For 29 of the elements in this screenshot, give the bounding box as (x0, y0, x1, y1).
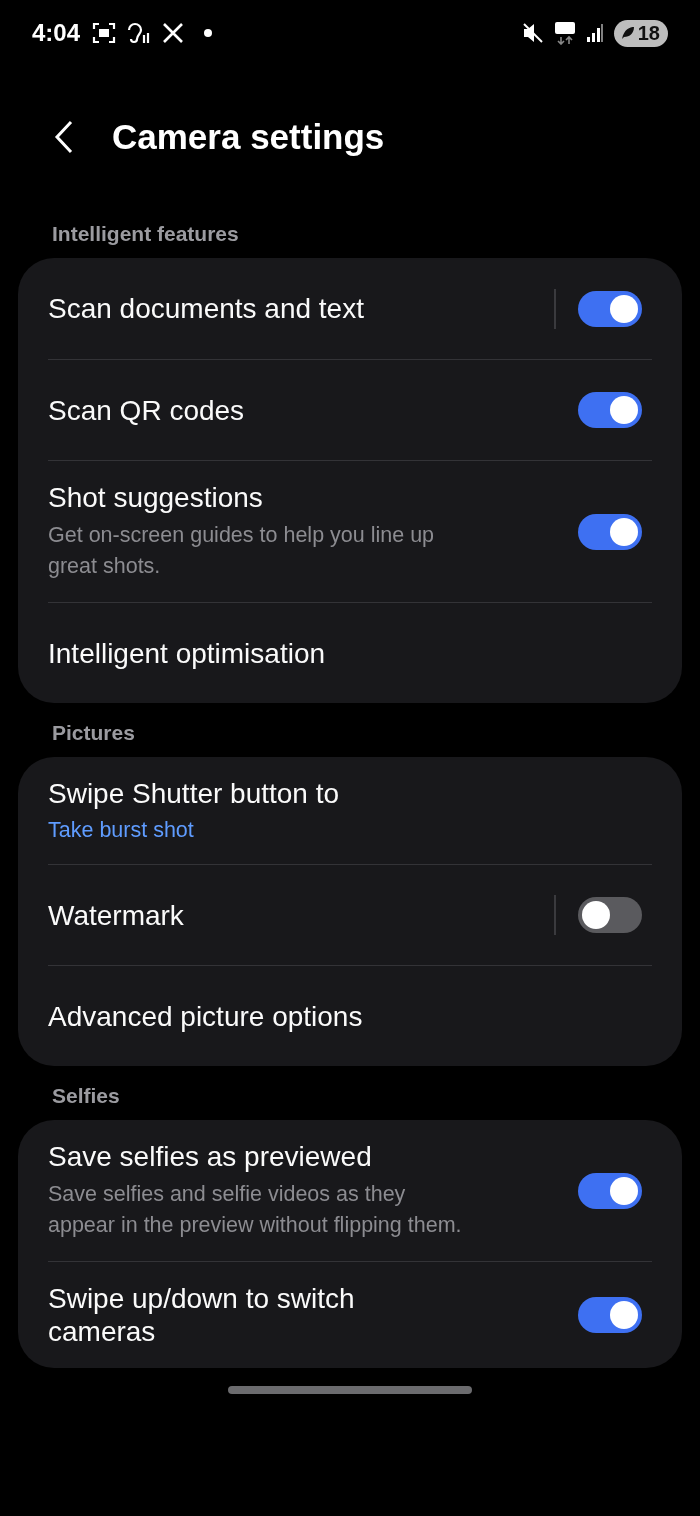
screenshot-icon (92, 22, 117, 44)
clock: 4:04 (32, 19, 81, 47)
setting-title[interactable]: Scan QR codes (48, 393, 463, 427)
toggle-switch[interactable] (578, 897, 642, 933)
page-title: Camera settings (112, 117, 385, 157)
battery-indicator: 18 (613, 19, 668, 47)
setting-description: Get on-screen guides to help you line up great shots. (48, 522, 436, 580)
setting-description: Save selfies and selfie videos as they appear in the preview without flipping them. (48, 1181, 463, 1239)
x-logo-icon (162, 22, 185, 44)
toggle-switch[interactable] (578, 1172, 642, 1209)
setting-title[interactable]: Advanced picture options (48, 999, 537, 1033)
section-label: Selfies (51, 1084, 121, 1108)
setting-title[interactable]: Save selfies as previewed (48, 1140, 463, 1173)
toggle-switch[interactable] (578, 392, 642, 428)
setting-title[interactable]: Scan documents and text (48, 292, 427, 325)
setting-title[interactable]: Swipe up/down to switch cameras (48, 1282, 463, 1348)
dot-icon (204, 29, 213, 37)
toggle-switch[interactable] (578, 290, 642, 327)
setting-title[interactable]: Intelligent optimisation (48, 636, 537, 670)
section-label: Intelligent features (51, 222, 240, 246)
setting-title[interactable]: Watermark (48, 898, 427, 932)
toggle-switch[interactable] (578, 513, 642, 550)
setting-title[interactable]: Shot suggestions (48, 481, 463, 514)
signal-icon (585, 23, 604, 43)
mute-icon (521, 22, 544, 44)
setting-title[interactable]: Swipe Shutter button to (48, 777, 537, 810)
toggle-switch[interactable] (578, 1297, 642, 1333)
setting-value: Take burst shot (48, 817, 195, 844)
section-label: Pictures (51, 721, 136, 745)
